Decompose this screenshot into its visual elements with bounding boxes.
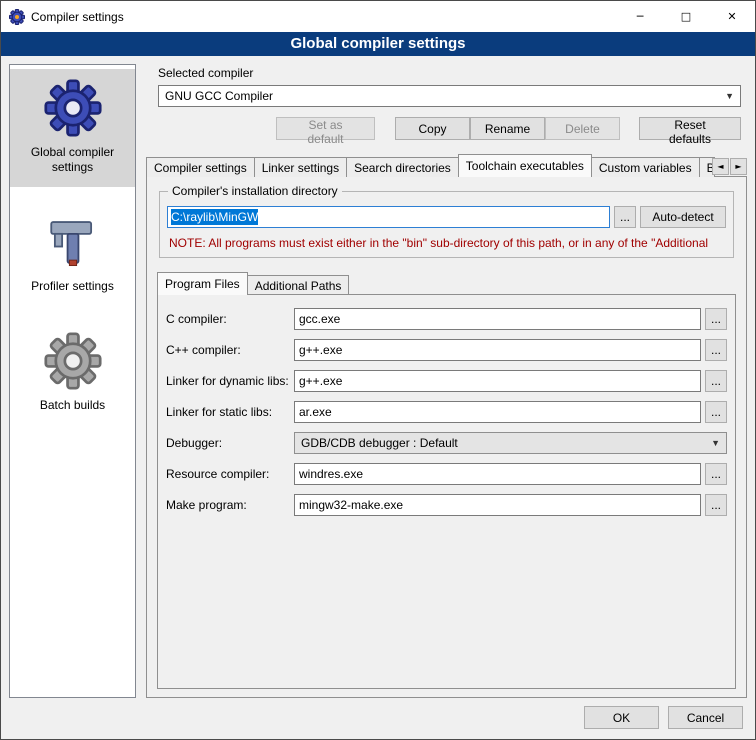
tab-label: Linker settings (262, 161, 339, 175)
resource-compiler-browse-button[interactable]: ... (705, 463, 727, 485)
page-title: Global compiler settings (1, 32, 755, 56)
static-linker-label: Linker for static libs: (166, 405, 294, 419)
close-icon[interactable]: ✕ (709, 1, 755, 32)
settings-sidebar: Global compiler settings Profiler settin… (9, 64, 136, 698)
selected-compiler-value: GNU GCC Compiler (165, 89, 273, 103)
maximize-icon[interactable]: □ (663, 1, 709, 32)
set-as-default-button[interactable]: Set as default (276, 117, 375, 140)
window-title: Compiler settings (31, 10, 124, 24)
sidebar-item-label: Batch builds (40, 398, 105, 413)
tab-label: Program Files (165, 277, 240, 291)
make-program-browse-button[interactable]: ... (705, 494, 727, 516)
installation-directory-group-title: Compiler's installation directory (168, 184, 342, 198)
program-files-panel: C compiler: ... C++ compiler: ... Linker… (157, 294, 736, 689)
tab-label: Toolchain executables (466, 159, 584, 173)
auto-detect-button[interactable]: Auto-detect (640, 206, 726, 228)
tab-search-directories[interactable]: Search directories (346, 157, 459, 177)
subtab-program-files[interactable]: Program Files (157, 272, 248, 295)
selected-compiler-dropdown[interactable]: GNU GCC Compiler ▼ (158, 85, 741, 107)
ok-button[interactable]: OK (584, 706, 659, 729)
debugger-dropdown[interactable]: GDB/CDB debugger : Default ▼ (294, 432, 727, 454)
settings-tabstrip: Compiler settings Linker settings Search… (146, 154, 747, 177)
tab-custom-variables[interactable]: Custom variables (591, 157, 700, 177)
installation-directory-group: Compiler's installation directory C:\ray… (159, 191, 734, 258)
app-icon (9, 9, 25, 25)
tab-linker-settings[interactable]: Linker settings (254, 157, 347, 177)
toolchain-executables-panel: Compiler's installation directory C:\ray… (146, 176, 747, 698)
tab-label: Custom variables (599, 161, 692, 175)
make-program-input[interactable] (294, 494, 701, 516)
reset-defaults-button[interactable]: Reset defaults (639, 117, 741, 140)
tab-label: Additional Paths (255, 279, 342, 293)
static-linker-row: Linker for static libs: ... (166, 401, 727, 423)
tab-label: Compiler settings (154, 161, 247, 175)
resource-compiler-row: Resource compiler: ... (166, 463, 727, 485)
tab-label: Search directories (354, 161, 451, 175)
selected-compiler-label: Selected compiler (158, 66, 747, 80)
tab-compiler-settings[interactable]: Compiler settings (146, 157, 255, 177)
rename-button[interactable]: Rename (470, 117, 545, 140)
c-compiler-browse-button[interactable]: ... (705, 308, 727, 330)
sidebar-item-batch-builds[interactable]: Batch builds (10, 322, 135, 425)
debugger-label: Debugger: (166, 436, 294, 450)
chevron-down-icon: ▼ (705, 438, 720, 448)
window-controls: ─ □ ✕ (617, 1, 755, 32)
copy-button[interactable]: Copy (395, 117, 470, 140)
install-dir-input[interactable]: C:\raylib\MinGW (167, 206, 610, 228)
compiler-settings-window: Compiler settings ─ □ ✕ Global compiler … (0, 0, 756, 740)
tab-scroll-left-icon[interactable]: ◄ (712, 158, 729, 175)
c-compiler-row: C compiler: ... (166, 308, 727, 330)
toolchain-subtabstrip: Program Files Additional Paths (157, 272, 736, 295)
tab-scroll-right-icon[interactable]: ► (730, 158, 747, 175)
installation-directory-row: C:\raylib\MinGW ... Auto-detect (167, 206, 726, 228)
install-dir-value: C:\raylib\MinGW (171, 209, 258, 225)
dynamic-linker-row: Linker for dynamic libs: ... (166, 370, 727, 392)
dialog-content: Global compiler settings Profiler settin… (1, 56, 755, 698)
gray-gear-icon (44, 332, 102, 390)
titlebar: Compiler settings ─ □ ✕ (1, 1, 755, 32)
compiler-buttons-row: Set as default Copy Rename Delete Reset … (158, 117, 741, 140)
cpp-compiler-browse-button[interactable]: ... (705, 339, 727, 361)
resource-compiler-input[interactable] (294, 463, 701, 485)
debugger-row: Debugger: GDB/CDB debugger : Default ▼ (166, 432, 727, 454)
debugger-value: GDB/CDB debugger : Default (301, 436, 458, 450)
resource-compiler-label: Resource compiler: (166, 467, 294, 481)
sidebar-item-profiler-settings[interactable]: Profiler settings (10, 203, 135, 306)
blue-gear-icon (44, 79, 102, 137)
cpp-compiler-input[interactable] (294, 339, 701, 361)
make-program-label: Make program: (166, 498, 294, 512)
cpp-compiler-row: C++ compiler: ... (166, 339, 727, 361)
sidebar-item-label: Global compiler settings (14, 145, 131, 175)
install-dir-browse-button[interactable]: ... (614, 206, 636, 228)
profiler-icon (44, 213, 102, 271)
delete-button[interactable]: Delete (545, 117, 620, 140)
tab-toolchain-executables[interactable]: Toolchain executables (458, 154, 592, 177)
c-compiler-label: C compiler: (166, 312, 294, 326)
cancel-button[interactable]: Cancel (668, 706, 743, 729)
bin-directory-note: NOTE: All programs must exist either in … (169, 236, 724, 250)
static-linker-browse-button[interactable]: ... (705, 401, 727, 423)
make-program-row: Make program: ... (166, 494, 727, 516)
dialog-footer: OK Cancel (1, 698, 755, 739)
dynamic-linker-input[interactable] (294, 370, 701, 392)
cpp-compiler-label: C++ compiler: (166, 343, 294, 357)
subtab-additional-paths[interactable]: Additional Paths (247, 275, 350, 295)
dynamic-linker-browse-button[interactable]: ... (705, 370, 727, 392)
sidebar-item-label: Profiler settings (31, 279, 114, 294)
minimize-icon[interactable]: ─ (617, 1, 663, 32)
tab-scroll-buttons: ◄ ► (712, 158, 747, 175)
main-panel: Selected compiler GNU GCC Compiler ▼ Set… (146, 64, 747, 698)
dynamic-linker-label: Linker for dynamic libs: (166, 374, 294, 388)
c-compiler-input[interactable] (294, 308, 701, 330)
sidebar-item-global-compiler-settings[interactable]: Global compiler settings (10, 69, 135, 187)
chevron-down-icon: ▼ (719, 91, 734, 101)
static-linker-input[interactable] (294, 401, 701, 423)
